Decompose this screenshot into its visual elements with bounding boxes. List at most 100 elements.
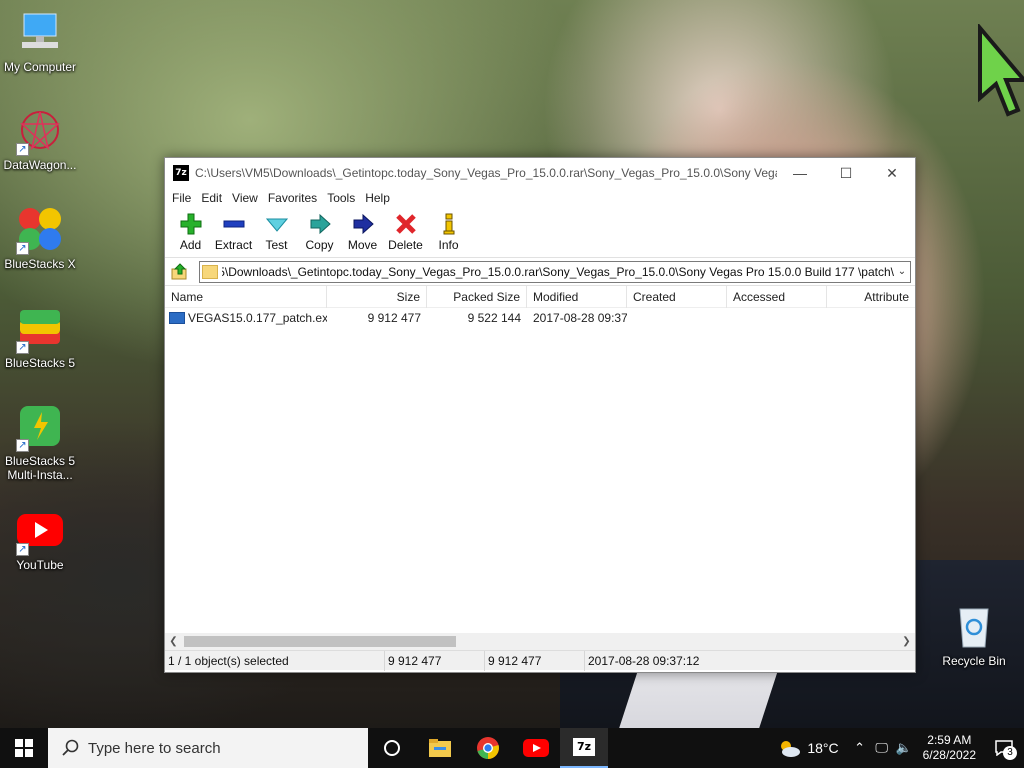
checkmark-icon — [265, 212, 289, 236]
delete-button[interactable]: Delete — [384, 208, 427, 252]
desktop-icon-bluestacks-x[interactable]: ↗ BlueStacks X — [0, 205, 80, 271]
scroll-track[interactable] — [182, 633, 898, 650]
clock-time: 2:59 AM — [927, 733, 972, 747]
task-view-button[interactable] — [368, 728, 416, 768]
menu-file[interactable]: File — [167, 191, 196, 205]
chevron-down-icon[interactable]: ⌄ — [894, 266, 910, 277]
desktop-icon-bluestacks-5[interactable]: ↗ BlueStacks 5 — [0, 304, 80, 370]
test-button[interactable]: Test — [255, 208, 298, 252]
info-label: Info — [438, 238, 459, 252]
search-placeholder: Type here to search — [88, 739, 221, 757]
system-tray: 18°C ⌃ 🖵 🔈 2:59 AM 6/28/2022 3 — [777, 728, 1024, 768]
desktop-icon-recycle-bin[interactable]: Recycle Bin — [934, 602, 1014, 668]
menu-help[interactable]: Help — [360, 191, 395, 205]
scroll-left-icon[interactable]: ❮ — [165, 636, 182, 647]
delete-label: Delete — [388, 238, 423, 252]
scroll-thumb[interactable] — [184, 636, 456, 647]
copy-label: Copy — [305, 238, 334, 252]
file-accessed — [727, 308, 827, 328]
extract-button[interactable]: Extract — [212, 208, 255, 252]
file-created — [627, 308, 727, 328]
taskbar-file-explorer[interactable] — [416, 728, 464, 768]
weather-cloud-sun-icon[interactable] — [777, 738, 801, 758]
add-button[interactable]: Add — [169, 208, 212, 252]
column-header-size[interactable]: Size — [327, 285, 427, 308]
delete-x-icon — [394, 212, 418, 236]
taskbar-search-box[interactable]: Type here to search — [48, 728, 368, 768]
computer-icon — [16, 8, 64, 56]
scroll-right-icon[interactable]: ❯ — [898, 636, 915, 647]
desktop-icon-bluestacks-5-multi[interactable]: ↗ BlueStacks 5 Multi-Insta... — [0, 402, 80, 482]
menu-favorites[interactable]: Favorites — [263, 191, 322, 205]
menu-view[interactable]: View — [227, 191, 263, 205]
menu-edit[interactable]: Edit — [196, 191, 227, 205]
move-button[interactable]: Move — [341, 208, 384, 252]
minimize-button[interactable]: — — [777, 158, 823, 188]
chevron-up-icon[interactable]: ⌃ — [849, 740, 871, 756]
folder-icon — [202, 264, 218, 279]
horizontal-scrollbar[interactable]: ❮ ❯ — [165, 633, 915, 650]
file-size: 9 912 477 — [367, 311, 421, 325]
plus-icon — [179, 212, 203, 236]
desktop-icon-datawagon[interactable]: ↗ DataWagon... — [0, 106, 80, 172]
maximize-button[interactable]: ☐ — [823, 158, 869, 188]
column-header-name[interactable]: Name — [165, 285, 327, 308]
taskbar-clock[interactable]: 2:59 AM 6/28/2022 — [915, 733, 984, 763]
recycle-bin-icon — [950, 602, 998, 650]
start-button[interactable] — [0, 728, 48, 768]
network-icon[interactable]: 🖵 — [871, 740, 893, 756]
close-button[interactable]: ✕ — [869, 158, 915, 188]
7zip-app-icon: 7z — [173, 165, 189, 181]
list-header: Name Size Packed Size Modified Created A… — [165, 285, 915, 308]
copy-arrow-icon — [308, 212, 332, 236]
status-bar: 1 / 1 object(s) selected 9 912 477 9 912… — [165, 650, 915, 671]
menu-bar: File Edit View Favorites Tools Help — [165, 188, 915, 208]
file-explorer-icon — [429, 739, 451, 757]
search-icon — [62, 739, 79, 756]
action-center-button[interactable]: 3 — [984, 728, 1024, 768]
chrome-icon — [477, 737, 499, 759]
archive-window: 7z C:\Users\VM5\Downloads\_Getintopc.tod… — [164, 157, 916, 673]
shortcut-arrow-icon: ↗ — [16, 143, 29, 156]
column-header-created[interactable]: Created — [627, 285, 727, 308]
add-label: Add — [179, 238, 202, 252]
youtube-icon — [523, 739, 549, 757]
desktop-icon-my-computer[interactable]: My Computer — [0, 8, 80, 74]
copy-button[interactable]: Copy — [298, 208, 341, 252]
move-label: Move — [347, 238, 378, 252]
column-header-modified[interactable]: Modified — [527, 285, 627, 308]
volume-icon[interactable]: 🔈 — [893, 740, 915, 756]
column-header-attributes[interactable]: Attribute — [827, 286, 915, 308]
column-header-accessed[interactable]: Accessed — [727, 285, 827, 308]
status-packed-size: 9 912 477 — [485, 650, 585, 671]
up-folder-button[interactable] — [169, 261, 191, 283]
desktop-icon-label: BlueStacks 5 Multi-Insta... — [4, 454, 76, 482]
shortcut-arrow-icon: ↗ — [16, 341, 29, 354]
toolbar: Add Extract Test Copy Move Delete Info — [165, 208, 915, 258]
table-row[interactable]: VEGAS15.0.177_patch.exe 9 912 477 9 522 … — [165, 308, 915, 328]
clock-date: 6/28/2022 — [922, 748, 976, 762]
window-titlebar[interactable]: 7z C:\Users\VM5\Downloads\_Getintopc.tod… — [165, 158, 915, 188]
desktop-icon-label: BlueStacks X — [4, 257, 76, 271]
column-header-packed-size[interactable]: Packed Size — [427, 285, 527, 308]
desktop-icon-youtube[interactable]: ↗ YouTube — [0, 506, 80, 572]
status-size: 9 912 477 — [385, 650, 485, 671]
windows-logo-icon — [15, 739, 33, 757]
taskbar: Type here to search 7z 18°C ⌃ 🖵 🔈 2:59 A… — [0, 728, 1024, 768]
bluestacks-multi-instance-icon: ↗ — [16, 402, 64, 452]
exe-file-icon — [169, 312, 185, 324]
taskbar-7zip[interactable]: 7z — [560, 728, 608, 768]
info-button[interactable]: Info — [427, 208, 470, 252]
weather-temperature[interactable]: 18°C — [807, 740, 838, 756]
desktop-icon-label: My Computer — [3, 60, 77, 74]
youtube-icon: ↗ — [16, 506, 64, 556]
move-arrow-icon — [351, 212, 375, 236]
minus-icon — [222, 212, 246, 236]
menu-tools[interactable]: Tools — [322, 191, 360, 205]
address-field[interactable]: rs\VM5\Downloads\_Getintopc.today_Sony_V… — [199, 260, 911, 283]
taskbar-youtube[interactable] — [512, 728, 560, 768]
shortcut-arrow-icon: ↗ — [16, 439, 29, 452]
taskbar-chrome[interactable] — [464, 728, 512, 768]
file-modified: 2017-08-28 09:37 — [533, 311, 627, 325]
file-packed-size: 9 522 144 — [467, 311, 521, 325]
